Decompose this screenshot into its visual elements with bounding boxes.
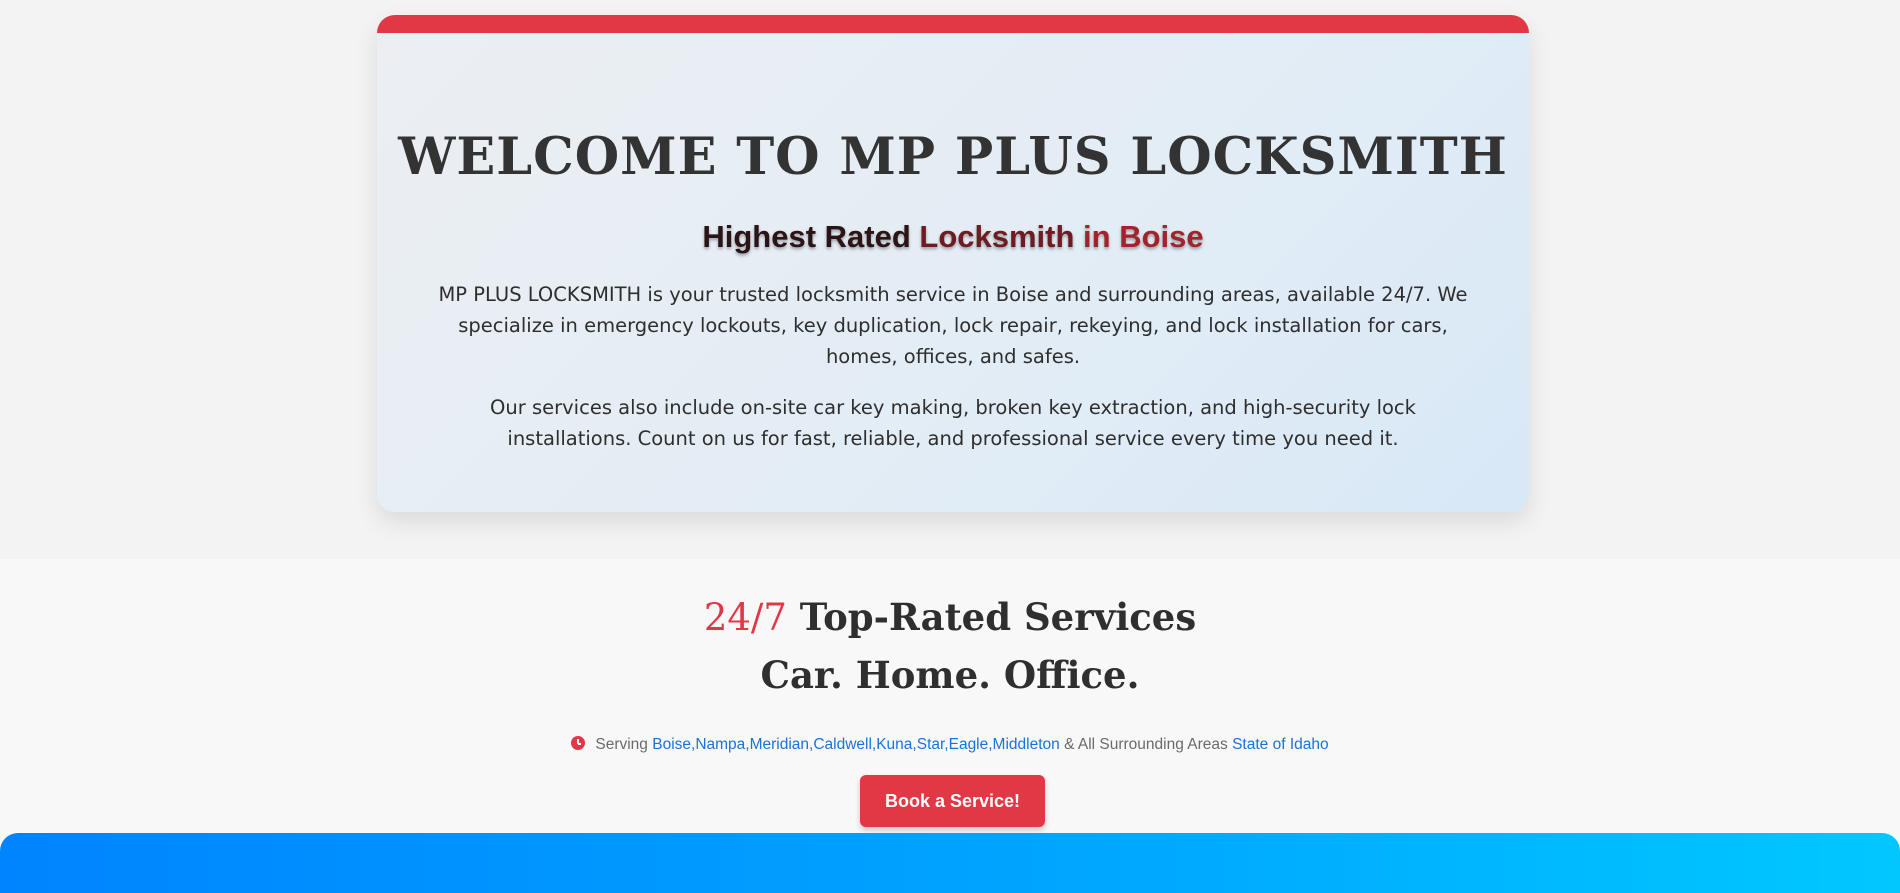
service-area-line: Serving Boise,Nampa,Meridian,Caldwell,Ku… [0,736,1900,754]
hero-paragraph-1: MP PLUS LOCKSMITH is your trusted locksm… [438,283,1468,368]
blue-band-section [0,833,1900,893]
hero-card: WELCOME TO MP PLUS LOCKSMITH Highest Rat… [377,15,1529,512]
serving-prefix: Serving [595,736,653,753]
page: WELCOME TO MP PLUS LOCKSMITH Highest Rat… [0,0,1900,893]
subtitle-part-2: Locksmith [919,219,1084,254]
services-tagline: Car. Home. Office. [760,653,1140,697]
services-heading-text: Top-Rated Services [786,595,1197,639]
serving-suffix: & All Surrounding Areas [1059,736,1233,753]
subtitle-part-1: Highest Rated [702,219,920,254]
hero-subtitle: Highest Rated Locksmith in Boise [377,219,1529,255]
services-heading-accent: 24/7 [703,596,787,639]
book-service-button[interactable]: Book a Service! [860,775,1045,827]
services-heading: 24/7 Top-Rated Services [0,595,1900,639]
hero-title: WELCOME TO MP PLUS LOCKSMITH [398,127,1508,187]
cities-link[interactable]: Boise,Nampa,Meridian,Caldwell,Kuna,Star,… [652,736,1060,753]
hero-paragraph-2: Our services also include on-site car ke… [490,396,1416,450]
state-link[interactable]: State of Idaho [1232,736,1329,753]
clock-icon [571,736,586,750]
hero-section: WELCOME TO MP PLUS LOCKSMITH Highest Rat… [0,0,1900,559]
hero-accent-bar [377,15,1529,33]
subtitle-part-3: in Boise [1083,219,1204,254]
